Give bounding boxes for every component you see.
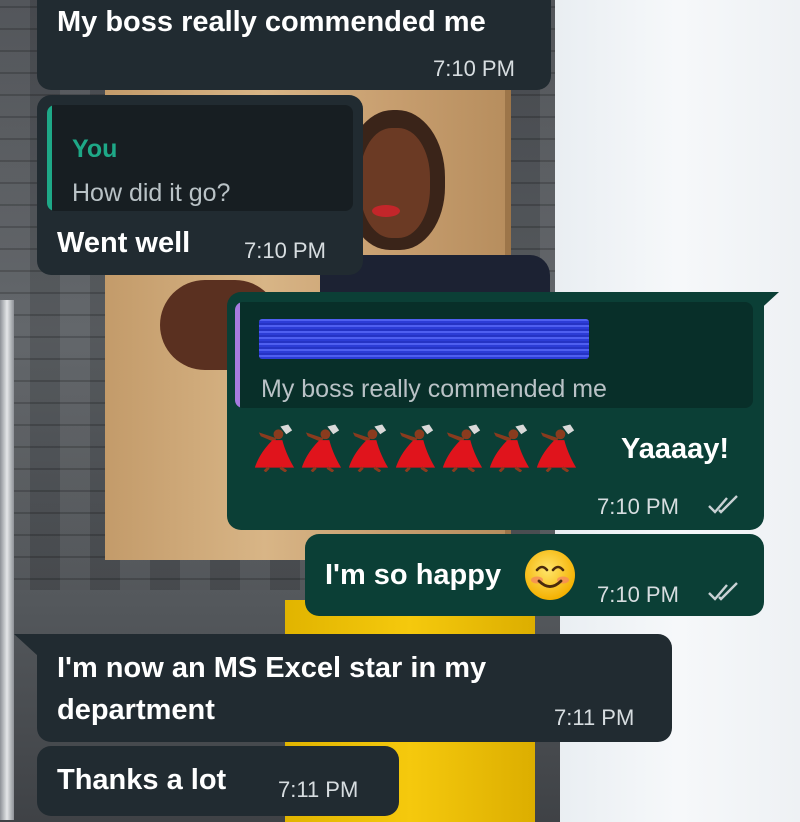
quote-author: You [72,135,118,163]
quoted-message[interactable]: My boss really commended me [235,302,753,408]
woman-dancing-emoji [348,424,389,472]
smiling-face-emoji [525,550,575,600]
woman-dancing-emoji [301,424,342,472]
message-text: Thanks a lot [57,764,227,796]
message-text: I'm so happy [325,559,502,591]
message-text-line-2: department [57,694,215,726]
quote-text: My boss really commended me [261,375,607,403]
message-bubble-incoming-reply[interactable]: You How did it go? Went well 7:10 PM [37,95,363,275]
message-text-line-1: I'm now an MS Excel star in my [57,652,487,684]
read-receipt-double-check-icon [708,582,738,601]
person-lips [372,205,400,217]
message-bubble-incoming[interactable]: My boss really commended me 7:10 PM [37,0,551,90]
quoted-message[interactable]: You How did it go? [47,105,353,211]
dancing-emoji-row [251,422,621,476]
message-bubble-incoming[interactable]: Thanks a lot 7:11 PM [37,746,399,816]
message-timestamp: 7:10 PM [597,494,679,519]
woman-dancing-emoji [489,424,530,472]
redacted-author-name [259,319,589,359]
woman-dancing-emoji [536,424,577,472]
woman-dancing-emoji [254,424,295,472]
woman-dancing-emoji [395,424,436,472]
quote-accent-bar [235,302,240,408]
quote-text: How did it go? [72,179,231,207]
message-bubble-outgoing[interactable]: I'm so happy 7:10 PM [305,534,764,616]
bubble-tail [14,634,38,656]
message-timestamp: 7:10 PM [244,238,326,263]
message-bubble-outgoing-reply[interactable]: My boss really commended me Yaaaay! 7:10… [227,292,764,530]
steel-railing [0,300,14,820]
message-timestamp: 7:10 PM [433,56,515,81]
message-timestamp: 7:10 PM [597,582,679,607]
message-text: Went well [57,227,191,259]
message-text: My boss really commended me [57,6,486,38]
quote-accent-bar [47,105,52,211]
read-receipt-double-check-icon [708,495,738,514]
message-timestamp: 7:11 PM [278,777,359,802]
message-timestamp: 7:11 PM [554,705,635,730]
message-text: Yaaaay! [621,433,730,465]
woman-dancing-emoji [442,424,483,472]
person-face [360,128,430,238]
message-bubble-incoming[interactable]: I'm now an MS Excel star in my departmen… [37,634,672,742]
